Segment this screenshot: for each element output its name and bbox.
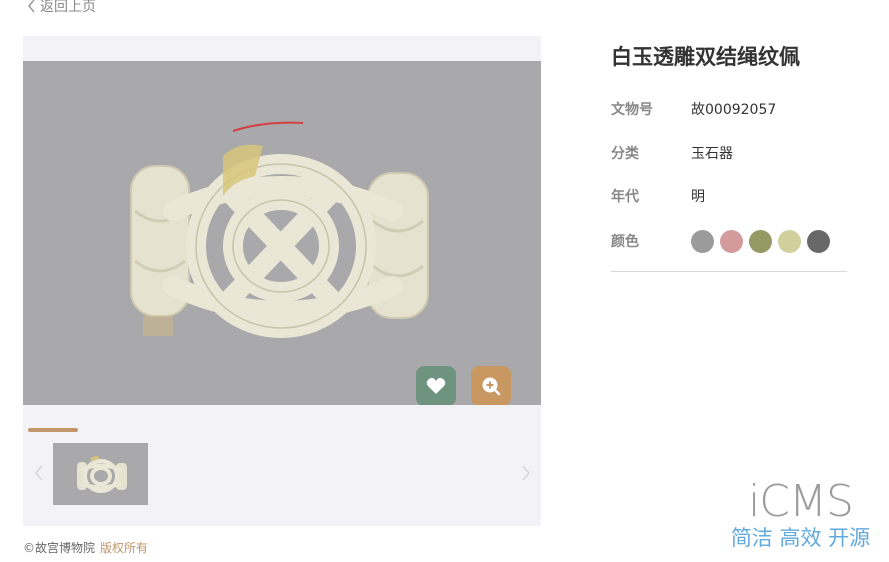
divider: [611, 271, 847, 272]
zoom-in-icon: [481, 376, 501, 396]
chevron-left-icon: [33, 465, 45, 487]
field-value: 故00092057: [691, 102, 777, 118]
zoom-button[interactable]: [471, 366, 511, 405]
thumbnail-next-button[interactable]: [520, 463, 532, 483]
image-viewer: [23, 36, 541, 526]
copyright-text: ©故宫博物院: [23, 541, 96, 555]
color-swatch[interactable]: [778, 229, 801, 253]
watermark-slogan: 简洁 高效 开源: [730, 526, 871, 550]
heart-icon: [426, 377, 446, 395]
color-swatch[interactable]: [749, 229, 772, 253]
back-link-label: 返回上页: [40, 0, 96, 15]
chevron-right-icon: [520, 465, 532, 487]
thumbnail-prev-button[interactable]: [33, 463, 45, 483]
field-label: 年代: [611, 189, 639, 205]
field-value: 明: [691, 189, 705, 205]
field-label: 分类: [611, 146, 639, 162]
color-swatch[interactable]: [720, 229, 743, 253]
color-swatches: [691, 229, 830, 253]
gallery-progress: [28, 428, 78, 432]
field-label: 颜色: [611, 234, 639, 250]
watermark: iCMS 简洁 高效 开源: [718, 476, 883, 551]
thumbnail-item[interactable]: [53, 443, 148, 505]
like-button[interactable]: [416, 366, 456, 405]
back-link[interactable]: 返回上页: [27, 0, 96, 16]
field-label: 文物号: [611, 102, 653, 118]
copyright: ©故宫博物院 版权所有: [23, 539, 148, 556]
chevron-left-icon: [27, 0, 36, 13]
field-colors: 颜色: [611, 229, 830, 253]
color-swatch[interactable]: [807, 229, 830, 253]
field-era: 年代 明: [611, 186, 705, 206]
rights-text: 版权所有: [100, 541, 149, 555]
color-swatch[interactable]: [691, 229, 714, 253]
field-artifact-number: 文物号 故00092057: [611, 99, 776, 119]
field-category: 分类 玉石器: [611, 143, 733, 163]
artifact-image[interactable]: [23, 61, 541, 405]
watermark-logo: iCMS: [748, 476, 854, 527]
field-value: 玉石器: [691, 146, 733, 162]
artifact-title: 白玉透雕双结绳纹佩: [611, 45, 800, 69]
